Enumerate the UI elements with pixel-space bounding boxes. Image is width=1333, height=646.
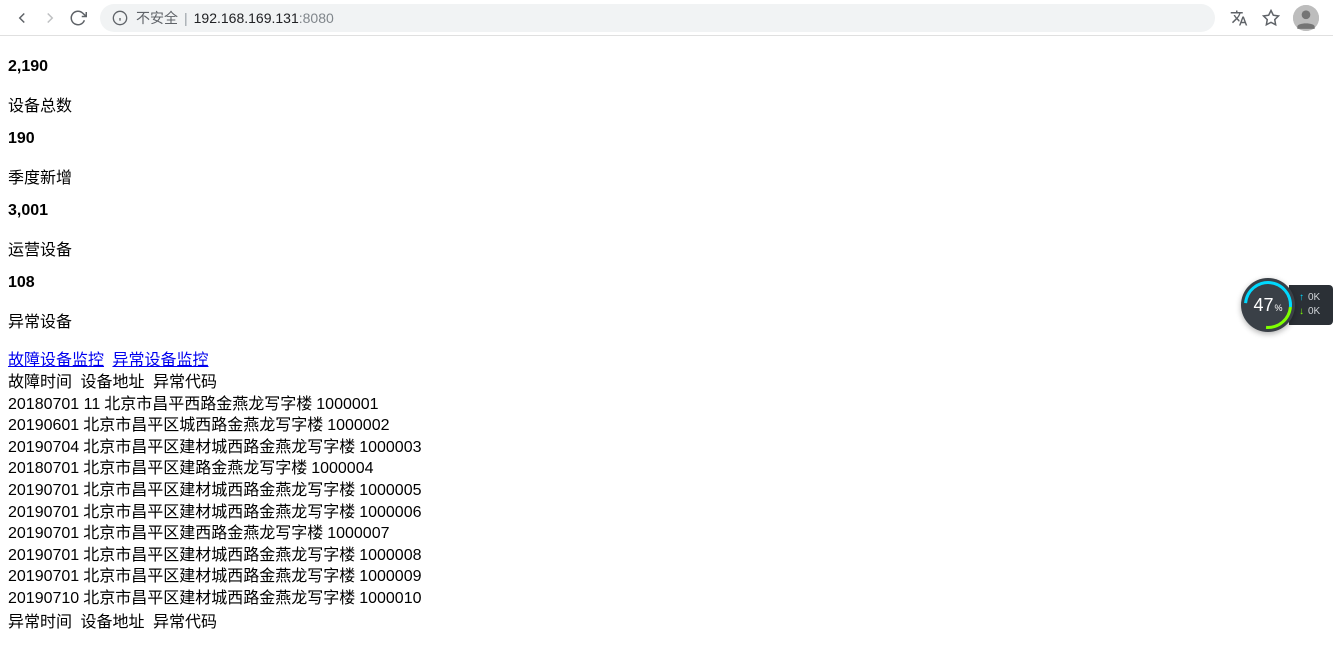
cell-code: 1000005: [359, 482, 421, 499]
info-icon: [112, 10, 128, 26]
monitor-links: 故障设备监控 异常设备监控: [8, 346, 1325, 370]
cell-address: 北京市昌平区建路金燕龙写字楼: [83, 460, 307, 477]
abnormal-table: 异常时间 设备地址 异常代码: [8, 612, 1325, 634]
page-content: 2,190 设备总数 190 季度新增 3,001 运营设备 108 异常设备 …: [0, 36, 1333, 641]
col-code: 异常代码: [153, 374, 217, 391]
browser-toolbar: 不安全 | 192.168.169.131:8080: [0, 0, 1333, 36]
reload-button[interactable]: [64, 4, 92, 32]
cell-address: 北京市昌平西路金燕龙写字楼: [104, 396, 312, 413]
stat-operating-devices: 3,001 运营设备: [8, 202, 1325, 260]
cell-address: 北京市昌平区建材城西路金燕龙写字楼: [83, 547, 355, 564]
table-row: 20190701北京市昌平区建材城西路金燕龙写字楼1000009: [8, 566, 1325, 588]
stat-value: 2,190: [8, 58, 1325, 76]
table-row: 20190704北京市昌平区建材城西路金燕龙写字楼1000003: [8, 437, 1325, 459]
profile-avatar-icon[interactable]: [1293, 5, 1319, 31]
upload-row: ↑ 0K: [1299, 291, 1333, 305]
cell-time: 20180701: [8, 460, 79, 477]
cell-time: 20190710: [8, 590, 79, 607]
cell-code: 1000009: [359, 568, 421, 585]
stat-value: 190: [8, 130, 1325, 148]
cell-time: 20190701: [8, 547, 79, 564]
cell-time: 20190701: [8, 504, 79, 521]
arrow-down-icon: ↓: [1299, 305, 1304, 319]
cell-code: 1000006: [359, 504, 421, 521]
cell-code: 1000004: [311, 460, 373, 477]
upload-value: 0K: [1308, 291, 1320, 305]
table-row: 20190701北京市昌平区建西路金燕龙写字楼1000007: [8, 523, 1325, 545]
abnormal-monitor-link[interactable]: 异常设备监控: [112, 352, 208, 369]
cell-time: 20190701: [8, 568, 79, 585]
star-icon[interactable]: [1261, 8, 1281, 28]
cell-address: 北京市昌平区建材城西路金燕龙写字楼: [83, 482, 355, 499]
cell-time: 20190704: [8, 439, 79, 456]
cell-code: 1000002: [327, 417, 389, 434]
separator: |: [184, 10, 188, 26]
stat-label: 设备总数: [8, 92, 1325, 116]
table-row: 20190601北京市昌平区城西路金燕龙写字楼1000002: [8, 415, 1325, 437]
cell-time: 20180701 11: [8, 396, 100, 413]
table-row: 20180701北京市昌平区建路金燕龙写字楼1000004: [8, 458, 1325, 480]
col-time: 异常时间: [8, 614, 72, 631]
address-port: :8080: [299, 10, 334, 26]
gauge-ring-icon: [1234, 271, 1302, 339]
cell-address: 北京市昌平区建材城西路金燕龙写字楼: [83, 590, 355, 607]
stat-label: 异常设备: [8, 308, 1325, 332]
table-row: 20180701 11北京市昌平西路金燕龙写字楼1000001: [8, 394, 1325, 416]
cell-time: 20190701: [8, 525, 79, 542]
stat-total-devices: 2,190 设备总数: [8, 58, 1325, 116]
col-code: 异常代码: [153, 614, 217, 631]
network-panel: ↑ 0K ↓ 0K: [1289, 285, 1333, 325]
fault-table-header: 故障时间 设备地址 异常代码: [8, 372, 1325, 394]
abnormal-table-header: 异常时间 设备地址 异常代码: [8, 612, 1325, 634]
cell-address: 北京市昌平区建材城西路金燕龙写字楼: [83, 439, 355, 456]
col-address: 设备地址: [80, 614, 144, 631]
cell-code: 1000001: [316, 396, 378, 413]
table-row: 20190701北京市昌平区建材城西路金燕龙写字楼1000006: [8, 502, 1325, 524]
stat-abnormal-devices: 108 异常设备: [8, 274, 1325, 332]
cell-time: 20190601: [8, 417, 79, 434]
security-label: 不安全: [136, 8, 178, 28]
cell-address: 北京市昌平区建材城西路金燕龙写字楼: [83, 568, 355, 585]
stat-label: 季度新增: [8, 164, 1325, 188]
translate-icon[interactable]: [1229, 8, 1249, 28]
col-address: 设备地址: [80, 374, 144, 391]
fault-monitor-link[interactable]: 故障设备监控: [8, 352, 104, 369]
stat-value: 3,001: [8, 202, 1325, 220]
cell-code: 1000008: [359, 547, 421, 564]
table-row: 20190701北京市昌平区建材城西路金燕龙写字楼1000005: [8, 480, 1325, 502]
col-time: 故障时间: [8, 374, 72, 391]
cell-address: 北京市昌平区建材城西路金燕龙写字楼: [83, 504, 355, 521]
cell-time: 20190701: [8, 482, 79, 499]
address-bar[interactable]: 不安全 | 192.168.169.131:8080: [100, 4, 1215, 32]
stat-value: 108: [8, 274, 1325, 292]
stat-label: 运营设备: [8, 236, 1325, 260]
stat-quarter-new: 190 季度新增: [8, 130, 1325, 188]
fault-table: 故障时间 设备地址 异常代码 20180701 11北京市昌平西路金燕龙写字楼1…: [8, 372, 1325, 610]
download-value: 0K: [1308, 305, 1320, 319]
table-row: 20190701北京市昌平区建材城西路金燕龙写字楼1000008: [8, 545, 1325, 567]
cell-code: 1000007: [327, 525, 389, 542]
arrow-up-icon: ↑: [1299, 291, 1304, 305]
address-host: 192.168.169.131: [194, 10, 299, 26]
toolbar-right: [1223, 5, 1325, 31]
table-row: 20190710北京市昌平区建材城西路金燕龙写字楼1000010: [8, 588, 1325, 610]
back-button[interactable]: [8, 4, 36, 32]
cell-address: 北京市昌平区城西路金燕龙写字楼: [83, 417, 323, 434]
network-widget[interactable]: 47% ↑ 0K ↓ 0K: [1241, 280, 1333, 330]
cell-code: 1000010: [359, 590, 421, 607]
cell-code: 1000003: [359, 439, 421, 456]
download-row: ↓ 0K: [1299, 305, 1333, 319]
network-gauge: 47%: [1241, 278, 1295, 332]
forward-button[interactable]: [36, 4, 64, 32]
cell-address: 北京市昌平区建西路金燕龙写字楼: [83, 525, 323, 542]
